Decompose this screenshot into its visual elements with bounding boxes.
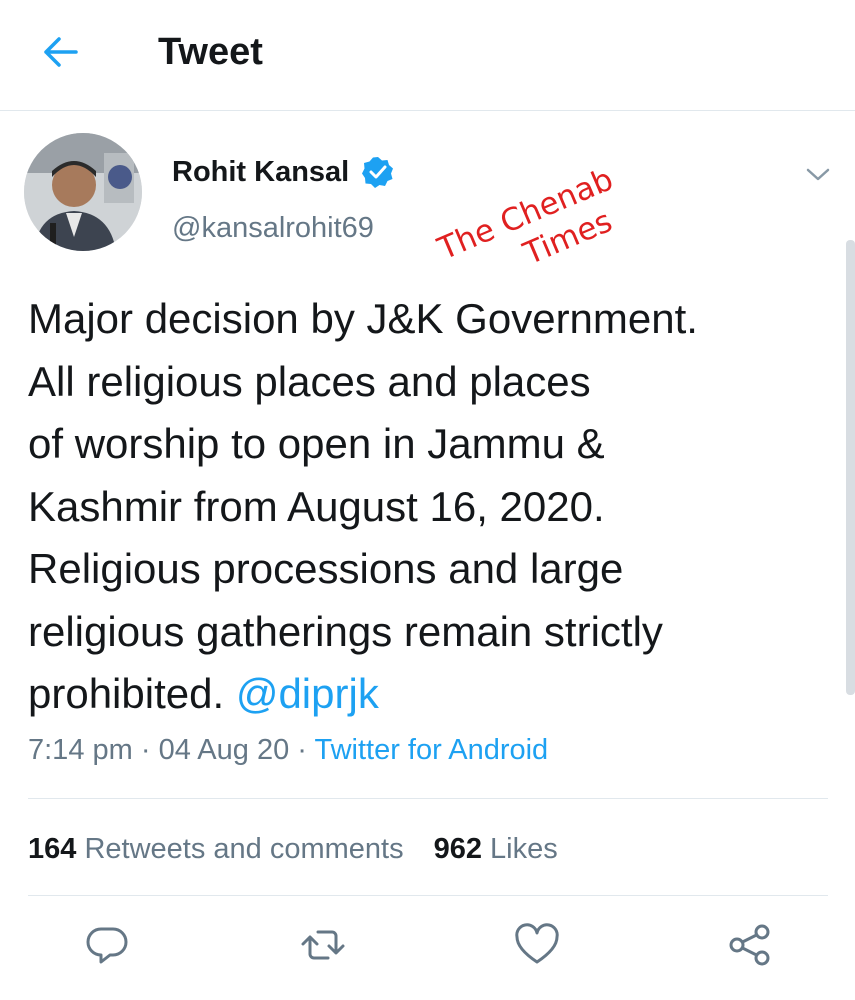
watermark-text: The Chenab Times [432,161,618,272]
tweet-line: of worship to open in Jammu & [28,420,605,467]
divider [28,798,828,799]
chevron-down-icon [806,168,830,181]
share-icon [729,924,770,966]
tweet-text: Major decision by J&K Government. All re… [28,288,828,726]
tweet-stats: 164 Retweets and comments 962 Likes [28,829,558,869]
tweet-source-link[interactable]: Twitter for Android [314,734,548,766]
top-bar: Tweet [0,0,855,111]
retweet-icon [301,930,345,960]
watermark: The Chenab Times [425,130,655,280]
likes-stat[interactable]: 962 Likes [434,833,558,865]
share-button[interactable] [724,920,774,970]
divider [28,895,828,896]
retweet-button[interactable] [298,920,348,970]
tweet-line: Religious processions and large [28,545,624,592]
author-handle[interactable]: @kansalrohit69 [172,210,374,246]
tweet-line: Major decision by J&K Government. [28,295,698,342]
retweets-count: 164 [28,833,77,865]
author-name[interactable]: Rohit Kansal [172,154,349,190]
reply-button[interactable] [82,920,132,970]
tweet-line-last: prohibited. @diprjk [28,663,828,726]
verified-badge-icon [362,157,393,188]
tweet-line: All religious places and places [28,357,591,405]
retweets-stat[interactable]: 164 Retweets and comments [28,833,404,865]
more-options-button[interactable] [800,160,836,188]
like-icon [515,923,559,964]
like-button[interactable] [512,920,562,970]
tweet-date: 04 Aug 20 [158,734,290,766]
back-button[interactable] [38,30,82,74]
retweets-label: Retweets and comments [76,833,404,865]
tweet-line: Kashmir from August 16, 2020. [28,482,605,530]
likes-count: 962 [433,833,482,865]
tweet-meta: 7:14 pm · 04 Aug 20 · Twitter for Androi… [28,730,548,770]
avatar[interactable] [24,133,142,251]
tweet-line: religious gatherings remain strictly [28,607,663,655]
scrollbar[interactable] [846,240,855,695]
user-avatar-icon [24,133,142,251]
meta-separator: · [132,734,159,766]
tweet-line-text: prohibited. [28,670,236,717]
reply-icon [86,927,128,964]
meta-separator: · [289,734,315,766]
likes-label: Likes [481,833,558,865]
page-title: Tweet [158,31,263,73]
tweet-time: 7:14 pm [28,734,133,766]
arrow-left-icon [44,37,78,67]
mention-link[interactable]: @diprjk [236,670,379,717]
